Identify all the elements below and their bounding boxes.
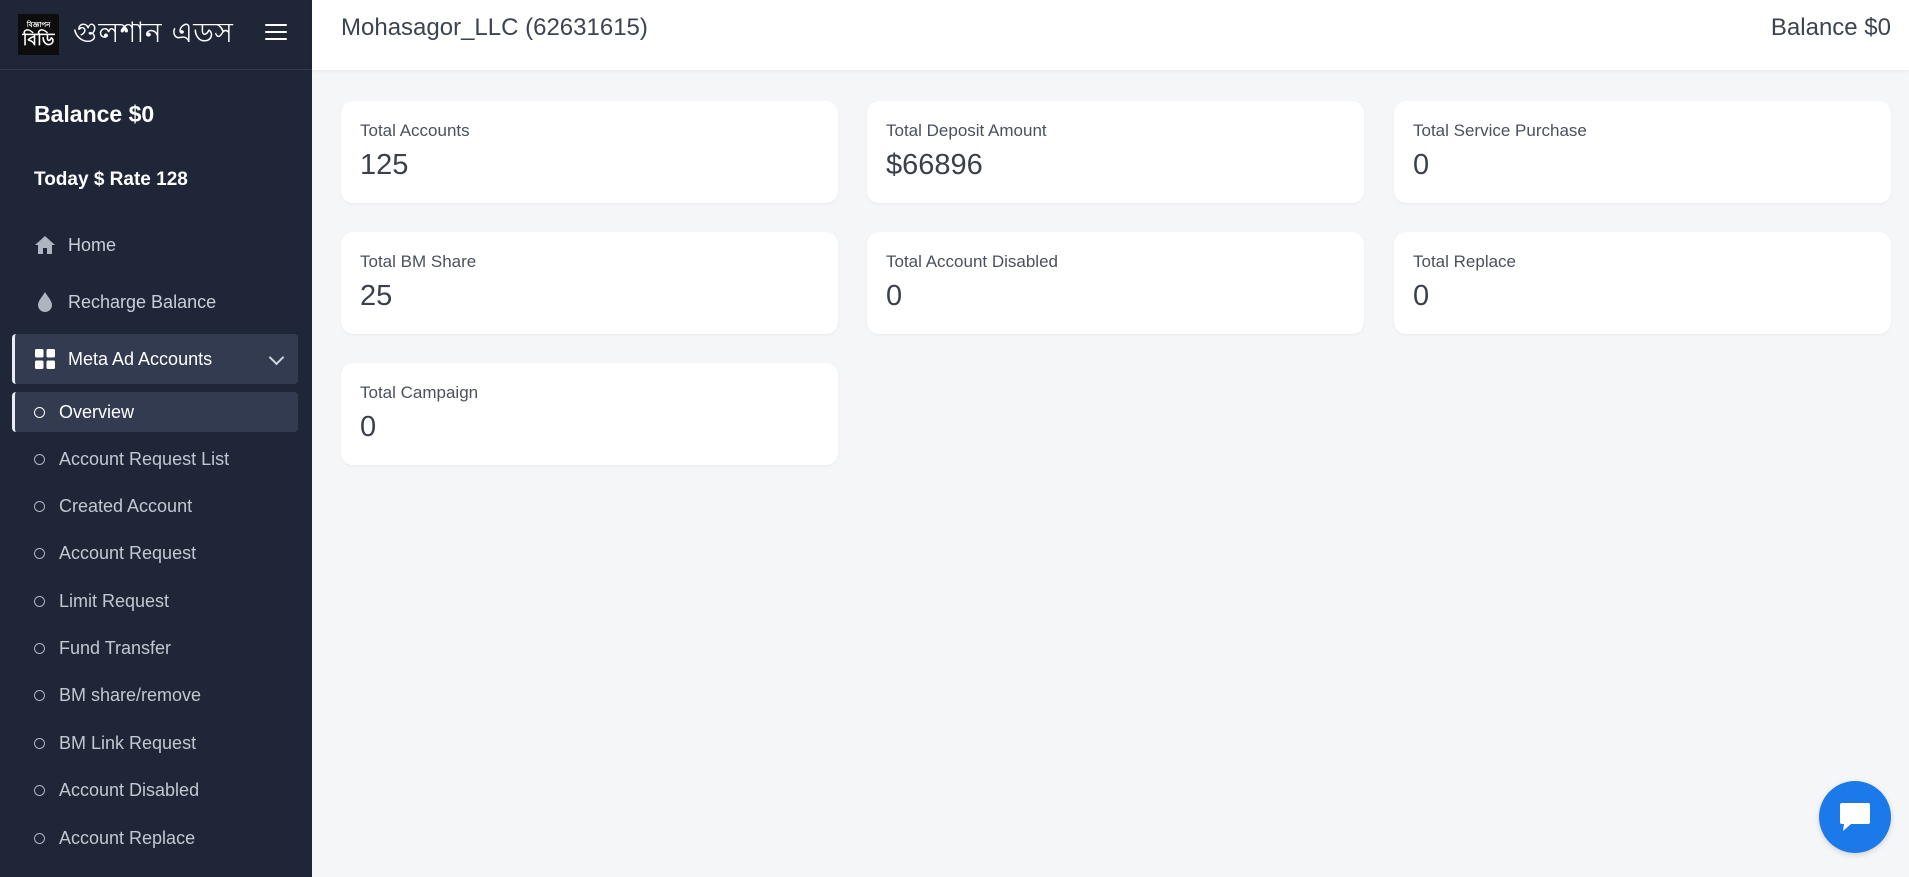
sidebar: বিজ্ঞাপন বিডি গুলশান এডস Balance $0 Toda…: [0, 0, 312, 877]
brand-logo[interactable]: বিজ্ঞাপন বিডি: [18, 14, 59, 55]
logo-big-text: বিডি: [22, 29, 55, 49]
stat-label: Total Replace: [1413, 252, 1517, 271]
submenu-account-replace[interactable]: Account Replace: [12, 818, 298, 858]
submenu-overview[interactable]: Overview: [12, 392, 298, 432]
sidebar-item-meta-ad-accounts[interactable]: Meta Ad Accounts: [12, 334, 298, 384]
circle-icon: [34, 453, 45, 465]
brand-name[interactable]: গুলশান এডস: [73, 11, 233, 58]
stat-card-total-service-purchase: Total Service Purchase 0: [1394, 101, 1891, 203]
circle-icon: [34, 832, 45, 844]
grid-icon: [34, 348, 56, 370]
sidebar-item-label: Home: [68, 234, 117, 255]
stat-label: Total Campaign: [360, 383, 479, 402]
sidebar-rate: Today $ Rate 128: [34, 169, 188, 190]
circle-icon: [34, 784, 45, 796]
logo-small-text: বিজ্ঞাপন: [26, 21, 51, 29]
stat-label: Total Accounts: [360, 121, 470, 140]
stat-card-total-account-disabled: Total Account Disabled 0: [867, 232, 1364, 334]
submenu-fund-transfer[interactable]: Fund Transfer: [12, 628, 298, 668]
stat-value: 0: [1413, 149, 1430, 181]
circle-icon: [34, 737, 45, 749]
circle-icon: [34, 547, 45, 559]
chevron-down-icon: [268, 349, 285, 366]
stat-value: 125: [360, 149, 409, 181]
submenu-account-disabled[interactable]: Account Disabled: [12, 770, 298, 810]
drop-icon: [34, 291, 56, 313]
submenu-label: Account Disabled: [59, 779, 200, 800]
circle-icon: [34, 500, 45, 512]
submenu-bm-share-remove[interactable]: BM share/remove: [12, 675, 298, 715]
account-title: Mohasagor_LLC (62631615): [341, 14, 648, 41]
submenu-limit-request[interactable]: Limit Request: [12, 581, 298, 621]
submenu-label: Limit Request: [59, 590, 170, 611]
stat-card-total-replace: Total Replace 0: [1394, 232, 1891, 334]
top-header: Mohasagor_LLC (62631615) Balance $0: [312, 0, 1909, 70]
submenu-label: Account Request: [59, 542, 197, 563]
submenu-bm-link-request[interactable]: BM Link Request: [12, 723, 298, 763]
menu-toggle-icon[interactable]: [265, 24, 287, 42]
chat-icon: [1840, 803, 1870, 831]
submenu-label: Fund Transfer: [59, 637, 172, 658]
stat-value: $66896: [886, 149, 983, 181]
sidebar-item-label: Meta Ad Accounts: [68, 348, 213, 369]
stat-card-total-deposit-amount: Total Deposit Amount $66896: [867, 101, 1364, 203]
submenu-created-account[interactable]: Created Account: [12, 486, 298, 526]
stat-label: Total Deposit Amount: [886, 121, 1047, 140]
submenu-label: Created Account: [59, 495, 193, 516]
sidebar-item-label: Recharge Balance: [68, 291, 217, 312]
sidebar-item-home[interactable]: Home: [12, 220, 298, 270]
submenu-account-request-list[interactable]: Account Request List: [12, 439, 298, 479]
submenu-account-request[interactable]: Account Request: [12, 533, 298, 573]
home-icon: [34, 234, 56, 256]
submenu-label: Overview: [59, 401, 135, 422]
stat-card-total-accounts: Total Accounts 125: [341, 101, 838, 203]
chat-button[interactable]: [1819, 781, 1891, 853]
circle-icon: [34, 406, 45, 418]
stat-value: 25: [360, 280, 393, 312]
sidebar-item-recharge-balance[interactable]: Recharge Balance: [12, 277, 298, 327]
stat-value: 0: [1413, 280, 1430, 312]
circle-icon: [34, 689, 45, 701]
submenu-label: BM Link Request: [59, 732, 197, 753]
header-balance: Balance $0: [1770, 14, 1891, 41]
stat-card-total-campaign: Total Campaign 0: [341, 363, 838, 465]
stat-label: Total Service Purchase: [1413, 121, 1587, 140]
circle-icon: [34, 595, 45, 607]
submenu-label: Account Replace: [59, 827, 196, 848]
stat-label: Total Account Disabled: [886, 252, 1058, 271]
sidebar-balance: Balance $0: [34, 101, 155, 127]
circle-icon: [34, 642, 45, 654]
submenu-label: Account Request List: [59, 448, 230, 469]
stat-value: 0: [886, 280, 903, 312]
stat-card-total-bm-share: Total BM Share 25: [341, 232, 838, 334]
stat-label: Total BM Share: [360, 252, 477, 271]
submenu-label: BM share/remove: [59, 684, 202, 705]
stat-value: 0: [360, 411, 377, 443]
